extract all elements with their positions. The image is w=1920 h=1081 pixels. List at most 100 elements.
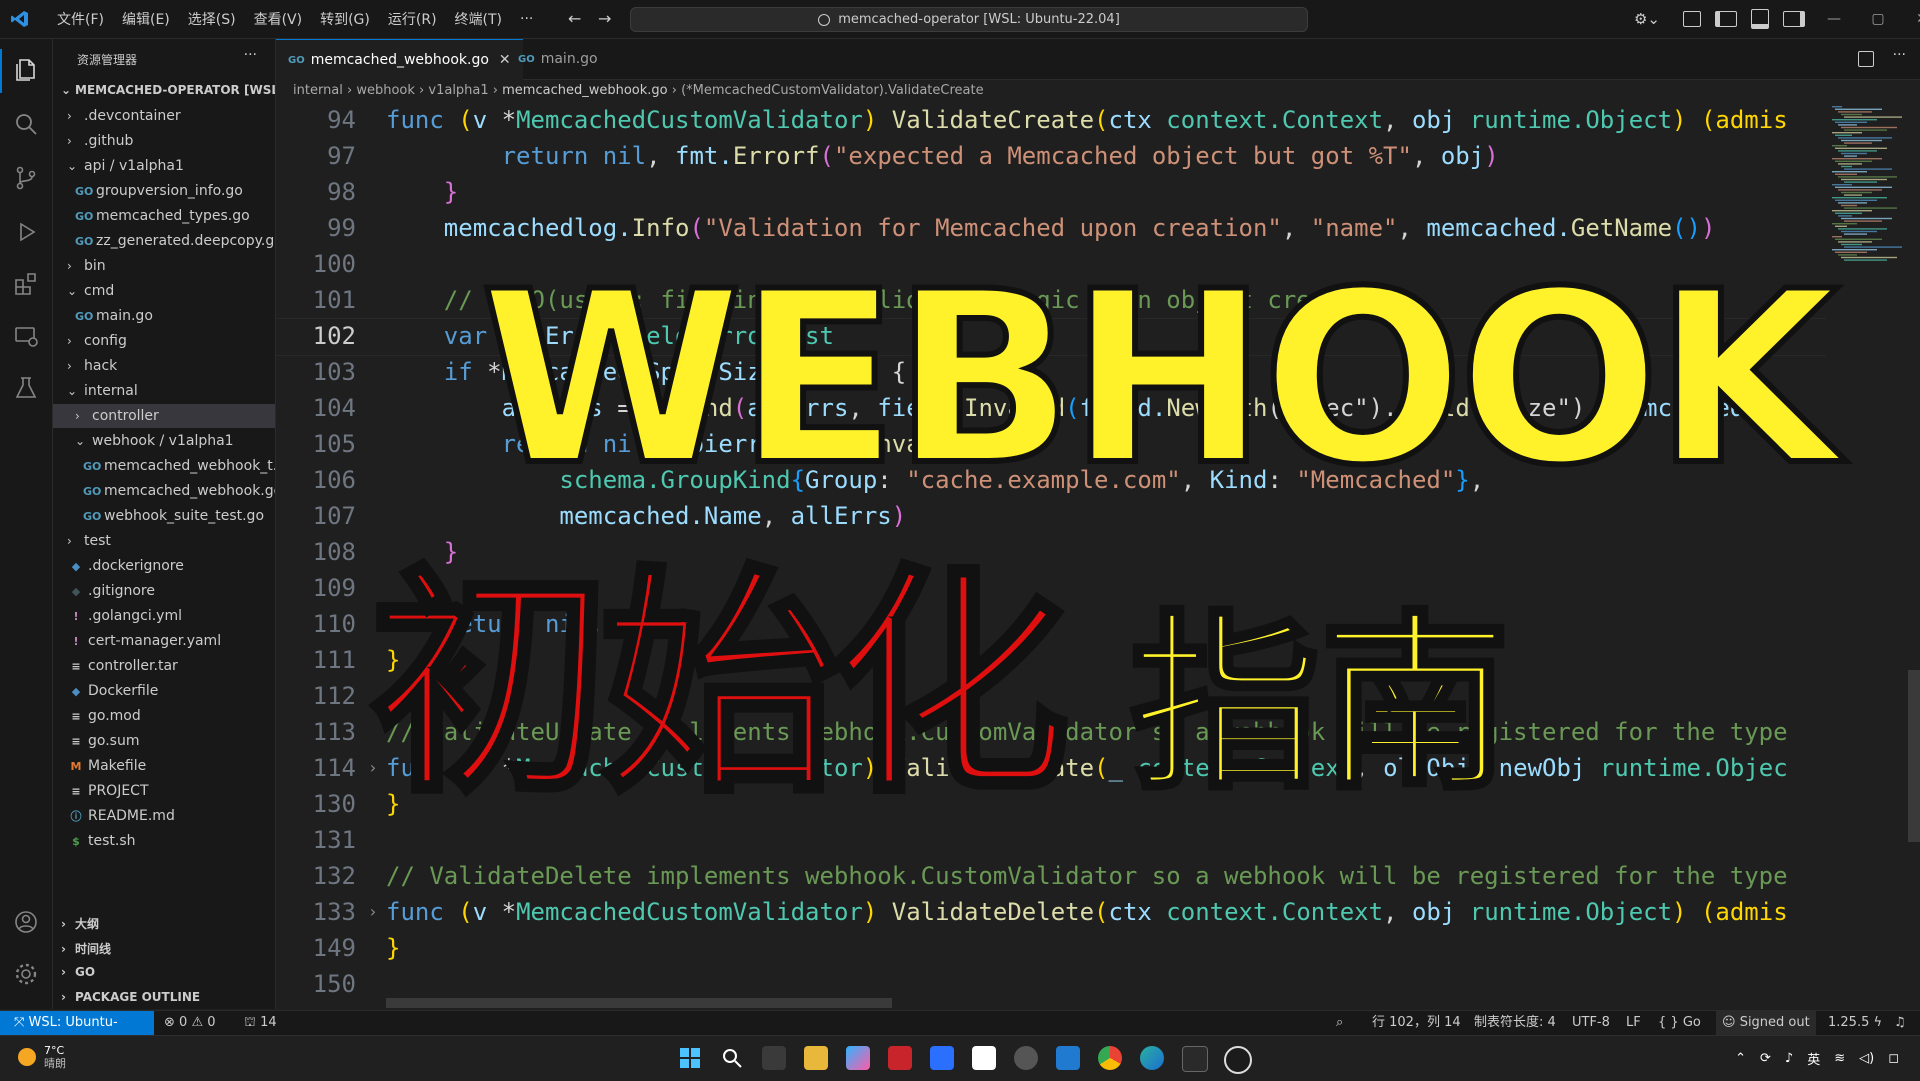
ime-indicator[interactable]: 英: [1807, 1049, 1820, 1068]
sidebar-section[interactable]: › GO: [61, 965, 95, 979]
menu-item[interactable]: 选择(S): [179, 9, 245, 29]
back-arrow-icon[interactable]: ←: [568, 9, 581, 28]
ports-indicator[interactable]: ⛫ 14: [244, 1011, 277, 1035]
weather-widget[interactable]: 7°C 晴朗: [18, 1044, 66, 1070]
workspace-root[interactable]: ⌄MEMCACHED-OPERATOR [WSL: ...: [61, 83, 275, 97]
tree-folder[interactable]: ⌄ api / v1alpha1: [53, 154, 275, 178]
customize-layout-icon[interactable]: [1683, 11, 1701, 27]
tree-file[interactable]: GO main.go: [53, 304, 275, 328]
tree-file[interactable]: ⓘ README.md: [53, 804, 275, 828]
fold-chevron-icon[interactable]: ›: [368, 894, 378, 930]
menu-item[interactable]: 文件(F): [48, 9, 113, 29]
edge-icon[interactable]: [1140, 1046, 1164, 1070]
horizontal-scrollbar[interactable]: [386, 998, 892, 1008]
zoom-icon[interactable]: ⌕: [1336, 1011, 1343, 1035]
tree-file[interactable]: ≡ PROJECT: [53, 779, 275, 803]
account-status[interactable]: ☺ Signed out: [1716, 1011, 1816, 1035]
go-version[interactable]: 1.25.5 ϟ: [1828, 1011, 1882, 1035]
remote-indicator[interactable]: ⤧ WSL: Ubuntu-22.04: [0, 1011, 154, 1054]
language-mode[interactable]: { } Go: [1658, 1011, 1701, 1035]
file-explorer-icon[interactable]: [804, 1046, 828, 1070]
vscode-taskbar-icon[interactable]: [1056, 1046, 1080, 1070]
breadcrumb-item[interactable]: memcached_webhook.go: [502, 83, 667, 98]
forward-arrow-icon[interactable]: →: [598, 9, 611, 28]
tree-folder[interactable]: › config: [53, 329, 275, 353]
tree-folder[interactable]: ⌄ webhook / v1alpha1: [53, 429, 275, 453]
tree-folder[interactable]: ⌄ cmd: [53, 279, 275, 303]
tab-memcached-webhook[interactable]: GO memcached_webhook.go ✕: [276, 39, 523, 80]
copilot-icon[interactable]: ⚙⌄: [1634, 10, 1660, 28]
breadcrumb-item[interactable]: internal: [293, 83, 343, 98]
source-control-icon[interactable]: [13, 165, 39, 191]
minimap[interactable]: [1828, 102, 1908, 1008]
tree-file[interactable]: ◆ .dockerignore: [53, 554, 275, 578]
tree-file[interactable]: GO memcached_types.go: [53, 204, 275, 228]
vertical-scrollbar[interactable]: [1908, 670, 1920, 842]
breadcrumb-item[interactable]: v1alpha1: [428, 83, 488, 98]
more-actions-icon[interactable]: ···: [244, 47, 257, 63]
tree-file[interactable]: M Makefile: [53, 754, 275, 778]
breadcrumb-item[interactable]: (*MemcachedCustomValidator).ValidateCrea…: [681, 83, 983, 98]
tree-file[interactable]: GO zz_generated.deepcopy.go: [53, 229, 275, 253]
tree-file[interactable]: ◆ .gitignore: [53, 579, 275, 603]
tree-folder[interactable]: › .devcontainer: [53, 104, 275, 128]
tree-file[interactable]: ! .golangci.yml: [53, 604, 275, 628]
encoding[interactable]: UTF-8: [1572, 1011, 1610, 1035]
volume-icon[interactable]: ◁): [1859, 1051, 1874, 1066]
breadcrumb-item[interactable]: webhook: [356, 83, 415, 98]
search-icon[interactable]: [13, 111, 39, 137]
sidebar-section[interactable]: › 时间线: [61, 940, 111, 957]
close-window-icon[interactable]: ✕: [1900, 11, 1920, 27]
tree-folder[interactable]: › bin: [53, 254, 275, 278]
notion-icon[interactable]: [972, 1046, 996, 1070]
tree-file[interactable]: ! cert-manager.yaml: [53, 629, 275, 653]
github-desktop-icon[interactable]: [1224, 1046, 1252, 1074]
tree-folder[interactable]: › controller: [53, 404, 275, 428]
tree-folder[interactable]: › .github: [53, 129, 275, 153]
copilot-app-icon[interactable]: [846, 1046, 870, 1070]
menu-item[interactable]: 转到(G): [311, 9, 379, 29]
tree-folder[interactable]: › test: [53, 529, 275, 553]
sidebar-section[interactable]: › PACKAGE OUTLINE: [61, 990, 200, 1004]
testing-icon[interactable]: [13, 375, 39, 401]
toggle-panel-icon[interactable]: [1751, 9, 1769, 29]
microphone-icon[interactable]: ♪: [1785, 1051, 1793, 1066]
command-center-search[interactable]: memcached-operator [WSL: Ubuntu-22.04]: [630, 7, 1308, 32]
app-blue-icon[interactable]: [930, 1046, 954, 1070]
menu-item[interactable]: 查看(V): [245, 9, 312, 29]
wps-icon[interactable]: [888, 1046, 912, 1070]
editor-more-icon[interactable]: ···: [1893, 47, 1906, 63]
extensions-icon[interactable]: [13, 271, 39, 297]
toggle-secondary-sidebar-icon[interactable]: [1783, 11, 1805, 27]
end-of-line[interactable]: LF: [1626, 1011, 1641, 1035]
chatgpt-icon[interactable]: [1014, 1046, 1038, 1070]
minimize-icon[interactable]: —: [1812, 11, 1856, 27]
remote-explorer-icon[interactable]: [13, 323, 39, 349]
explorer-icon[interactable]: [13, 57, 39, 83]
taskbar-search-icon[interactable]: [720, 1046, 744, 1070]
menu-item[interactable]: 终端(T): [446, 9, 511, 29]
tree-file[interactable]: ≡ go.mod: [53, 704, 275, 728]
notification-icon[interactable]: ◻: [1888, 1051, 1899, 1066]
toggle-primary-sidebar-icon[interactable]: [1715, 11, 1737, 27]
menu-item[interactable]: ···: [511, 11, 542, 27]
tree-file[interactable]: ≡ go.sum: [53, 729, 275, 753]
tree-file[interactable]: GO memcached_webhook_t...: [53, 454, 275, 478]
split-editor-icon[interactable]: [1858, 51, 1874, 67]
tray-chevron-icon[interactable]: ⌃: [1735, 1051, 1746, 1066]
tree-folder[interactable]: ⌄ internal: [53, 379, 275, 403]
tree-file[interactable]: ◆ Dockerfile: [53, 679, 275, 703]
chrome-icon[interactable]: [1098, 1046, 1122, 1070]
task-view-icon[interactable]: [762, 1046, 786, 1070]
tree-file[interactable]: ≡ controller.tar: [53, 654, 275, 678]
notifications-bell-icon[interactable]: ♫: [1894, 1011, 1906, 1035]
cursor-position[interactable]: 行 102，列 14: [1372, 1011, 1461, 1035]
tree-file[interactable]: GO webhook_suite_test.go: [53, 504, 275, 528]
settings-gear-icon[interactable]: [13, 961, 39, 987]
terminal-icon[interactable]: [1182, 1046, 1208, 1072]
indentation[interactable]: 制表符长度: 4: [1474, 1011, 1556, 1035]
start-windows-icon[interactable]: [678, 1046, 702, 1070]
tree-file[interactable]: $ test.sh: [53, 829, 275, 853]
tree-folder[interactable]: › hack: [53, 354, 275, 378]
menu-item[interactable]: 编辑(E): [113, 9, 179, 29]
